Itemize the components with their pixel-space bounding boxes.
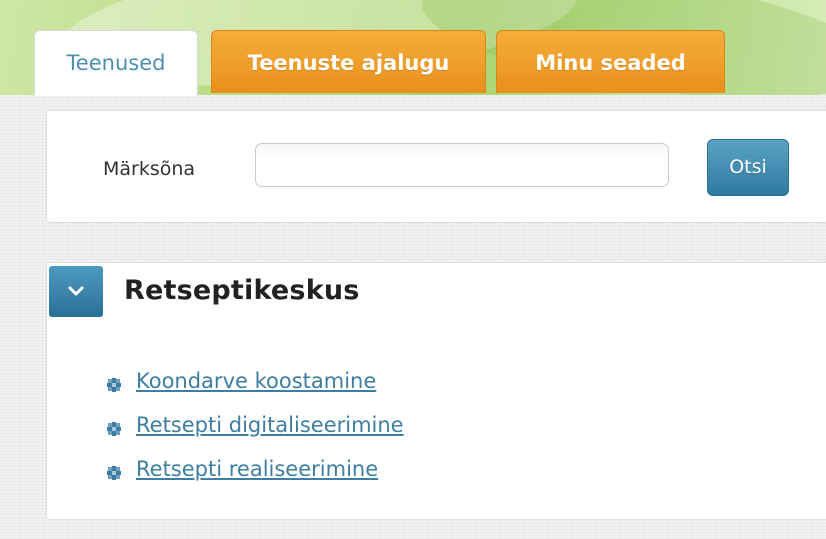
search-button[interactable]: Otsi <box>707 139 789 196</box>
tab-teenused[interactable]: Teenused <box>34 30 198 96</box>
section-collapse-toggle[interactable] <box>49 266 103 317</box>
tab-teenuste-ajalugu[interactable]: Teenuste ajalugu <box>211 30 486 93</box>
service-link-koondarve[interactable]: Koondarve koostamine <box>136 369 376 393</box>
chevron-down-icon <box>68 286 84 296</box>
bullet-icon <box>107 378 121 392</box>
bullet-icon <box>107 466 121 480</box>
service-link-digitaliseerimine[interactable]: Retsepti digitaliseerimine <box>136 413 404 437</box>
search-panel: Märksõna Otsi <box>46 110 826 223</box>
search-label: Märksõna <box>103 158 196 180</box>
bullet-icon <box>107 422 121 436</box>
service-section-panel: Retseptikeskus Koondarve koostamine Rets… <box>46 262 826 520</box>
search-input[interactable] <box>255 143 669 187</box>
tab-minu-seaded[interactable]: Minu seaded <box>496 30 725 93</box>
service-link-realiseerimine[interactable]: Retsepti realiseerimine <box>136 457 378 481</box>
section-title: Retseptikeskus <box>124 275 360 306</box>
